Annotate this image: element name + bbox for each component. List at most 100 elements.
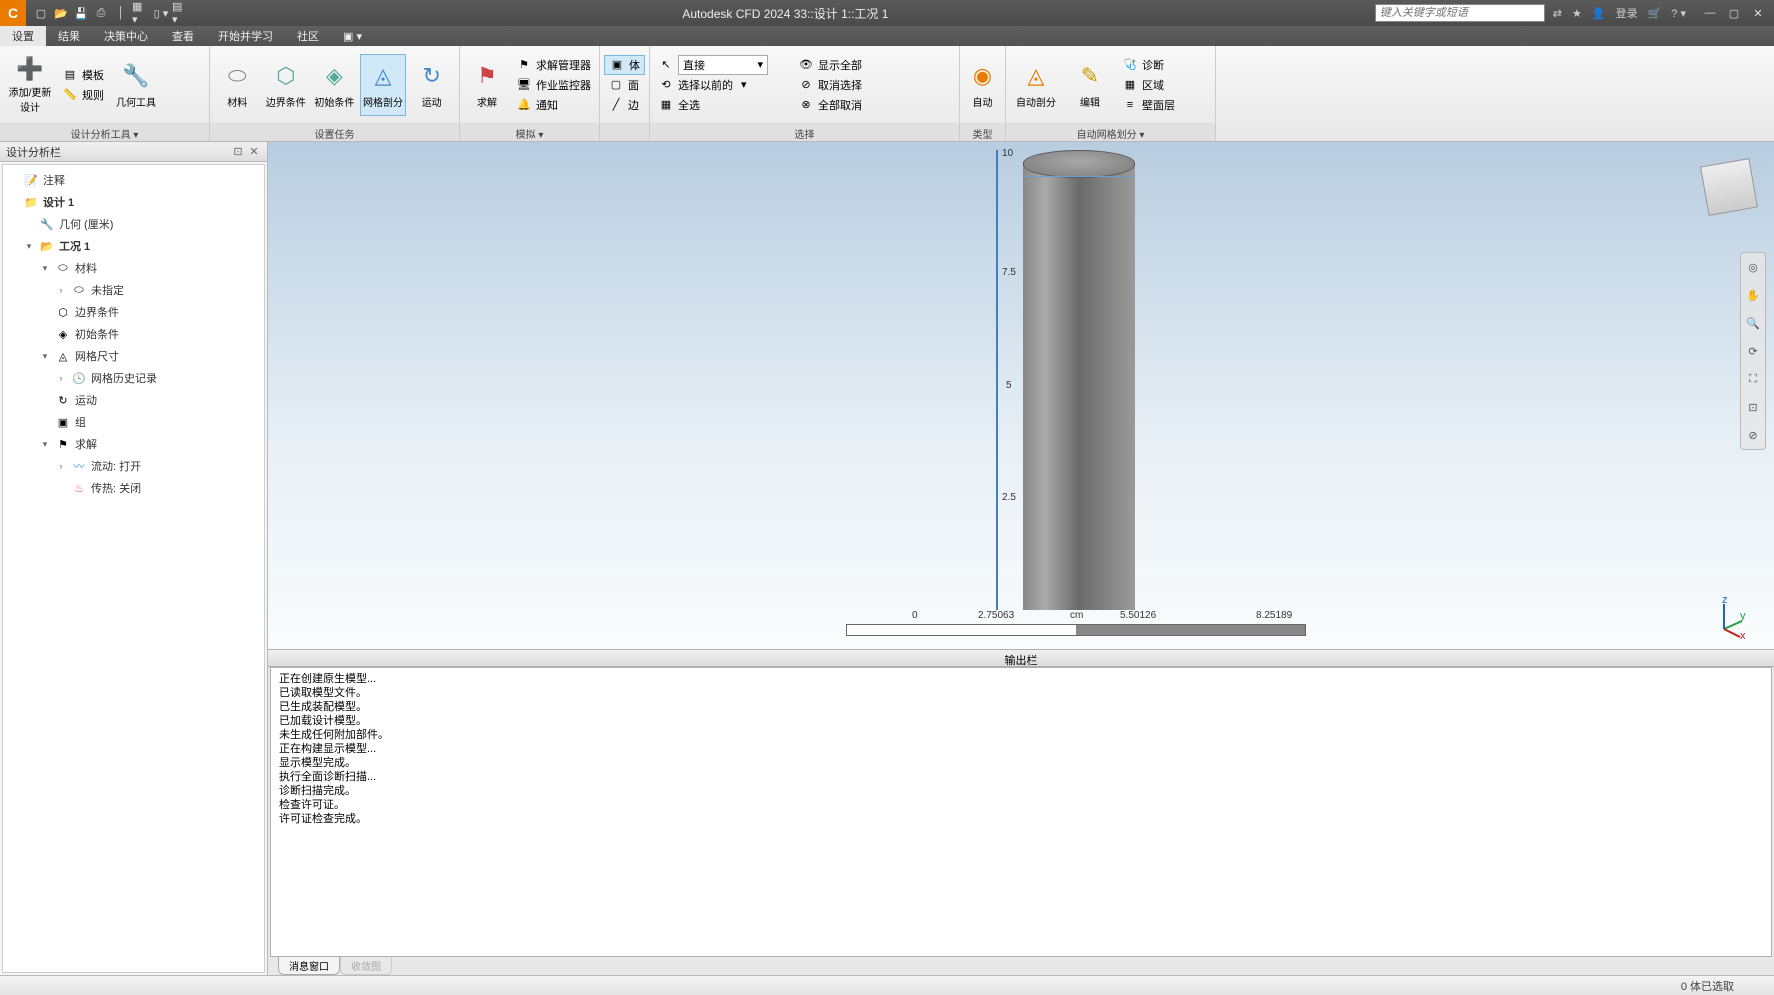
geom-tools-button[interactable]: 🔧几何工具: [110, 54, 162, 116]
orbit-icon[interactable]: ⟳: [1743, 341, 1763, 361]
tab-getstarted[interactable]: 开始并学习: [206, 26, 285, 46]
add-design-button[interactable]: ➕添加/更新设计: [4, 54, 56, 116]
tree-case[interactable]: ▾📂工况 1: [7, 235, 260, 257]
clipboard-icon[interactable]: ▦ ▾: [132, 4, 150, 22]
notify-button[interactable]: 🔔通知: [512, 95, 595, 115]
help-icon[interactable]: ? ▾: [1671, 7, 1686, 20]
user-icon[interactable]: 👤: [1592, 7, 1606, 20]
edit-mesh-button[interactable]: ✎编辑: [1064, 54, 1116, 116]
tree-design[interactable]: 📁设计 1: [7, 191, 260, 213]
job-monitor-button[interactable]: 🖥作业监控器: [512, 75, 595, 95]
tree-materials[interactable]: ▾⬭材料: [7, 257, 260, 279]
flag-icon: ⚑: [471, 60, 503, 92]
wall-layer-button[interactable]: ≡壁面层: [1118, 95, 1179, 115]
lookat-icon[interactable]: ⊡: [1743, 397, 1763, 417]
materials-button[interactable]: ⬭材料: [214, 54, 261, 116]
region-button[interactable]: ▦区域: [1118, 75, 1179, 95]
tab-decision[interactable]: 决策中心: [92, 26, 160, 46]
cancel-all-button[interactable]: ⊗全部取消: [794, 95, 866, 115]
view-cube[interactable]: [1700, 158, 1758, 216]
steering-icon[interactable]: ◎: [1743, 257, 1763, 277]
tab-convergence[interactable]: 收敛图: [340, 957, 392, 975]
tree-meshsize[interactable]: ▾◬网格尺寸: [7, 345, 260, 367]
grid-icon[interactable]: ▤ ▾: [172, 4, 190, 22]
open-icon[interactable]: 📂: [52, 4, 70, 22]
tick: 10: [1002, 148, 1013, 159]
direct-select[interactable]: ↖直接▾: [654, 55, 772, 75]
solve-manager-button[interactable]: ⚑求解管理器: [512, 55, 595, 75]
edge-select-button[interactable]: ╱边: [604, 95, 645, 115]
group-label[interactable]: 模拟 ▾: [460, 123, 599, 141]
tab-message[interactable]: 消息窗口: [278, 957, 340, 975]
face-select-button[interactable]: ▢面: [604, 75, 645, 95]
group-label[interactable]: 设计分析工具 ▾: [0, 123, 209, 141]
bc-button[interactable]: ⬡边界条件: [263, 54, 310, 116]
select-previous-button[interactable]: ⟲选择以前的▾: [654, 75, 772, 95]
body-select-button[interactable]: ▣体: [604, 55, 645, 75]
tree-motion[interactable]: ↻运动: [7, 389, 260, 411]
more-icon[interactable]: ⊘: [1743, 425, 1763, 445]
group-label[interactable]: 自动网格划分 ▾: [1006, 123, 1215, 141]
region-icon: ▦: [1122, 77, 1138, 93]
tree-note[interactable]: 📝注释: [7, 169, 260, 191]
rules-button[interactable]: 📏规则: [58, 85, 108, 105]
doc-icon[interactable]: ▯ ▾: [152, 4, 170, 22]
nav-tools: ◎ ✋ 🔍 ⟳ ⛶ ⊡ ⊘: [1740, 252, 1766, 450]
direct-dropdown[interactable]: 直接▾: [678, 55, 768, 75]
tree-flow[interactable]: ›〰流动: 打开: [7, 455, 260, 477]
flag-icon: ⚑: [516, 57, 532, 73]
template-button[interactable]: ▤模板: [58, 65, 108, 85]
maximize-button[interactable]: ▢: [1724, 5, 1744, 21]
tree-geom[interactable]: 🔧几何 (厘米): [7, 213, 260, 235]
wrench-icon: 🔧: [120, 60, 152, 92]
tree-meshhist[interactable]: ›🕓网格历史记录: [7, 367, 260, 389]
output-tabs: 消息窗口 收敛图: [268, 957, 1774, 975]
search-input[interactable]: [1375, 4, 1545, 22]
model-cylinder[interactable]: [1023, 150, 1135, 610]
layers-icon: ≡: [1122, 97, 1138, 113]
show-all-button[interactable]: 👁显示全部: [794, 55, 866, 75]
login-link[interactable]: 登录: [1616, 5, 1638, 21]
cart-icon[interactable]: 🛒: [1648, 7, 1662, 20]
diagnose-button[interactable]: 🩺诊断: [1118, 55, 1179, 75]
minimize-button[interactable]: —: [1700, 5, 1720, 21]
save-icon[interactable]: 💾: [72, 4, 90, 22]
fit-icon[interactable]: ⛶: [1743, 369, 1763, 389]
tab-extras[interactable]: ▣ ▾: [331, 26, 374, 46]
tree-ic[interactable]: ◈初始条件: [7, 323, 260, 345]
design-analysis-panel: 设计分析栏 ⊡✕ 📝注释 📁设计 1 🔧几何 (厘米) ▾📂工况 1 ▾⬭材料 …: [0, 142, 268, 975]
auto-type-button[interactable]: ◉自动: [964, 54, 1001, 116]
tab-setup[interactable]: 设置: [0, 26, 46, 46]
tree-heat[interactable]: ♨传热: 关闭: [7, 477, 260, 499]
ic-button[interactable]: ◈初始条件: [311, 54, 358, 116]
tab-results[interactable]: 结果: [46, 26, 92, 46]
pan-icon[interactable]: ✋: [1743, 285, 1763, 305]
zoom-icon[interactable]: 🔍: [1743, 313, 1763, 333]
solve-button[interactable]: ⚑求解: [464, 54, 510, 116]
tree-solve[interactable]: ▾⚑求解: [7, 433, 260, 455]
viewport-3d[interactable]: 10 7.5 5 2.5 0 2.75063 cm 5.50126 8.2518…: [268, 142, 1774, 649]
tree-unspec[interactable]: ›⬭未指定: [7, 279, 260, 301]
signin-icon[interactable]: ⇄: [1553, 7, 1562, 20]
output-log[interactable]: 正在创建原生模型... 已读取模型文件。 已生成装配模型。 已加载设计模型。 未…: [270, 667, 1772, 957]
tick: 7.5: [1002, 267, 1016, 278]
new-icon[interactable]: ▢: [32, 4, 50, 22]
scale-unit: cm: [1070, 610, 1083, 621]
tab-community[interactable]: 社区: [285, 26, 331, 46]
automesh-button[interactable]: ◬自动剖分: [1010, 54, 1062, 116]
pin-icon[interactable]: ⊡: [231, 145, 245, 158]
tree-group[interactable]: ▣组: [7, 411, 260, 433]
saveall-icon[interactable]: ⎙: [92, 4, 110, 22]
tree-bc[interactable]: ⬡边界条件: [7, 301, 260, 323]
axis-triad[interactable]: z y x: [1704, 599, 1744, 639]
mesh-button[interactable]: ◬网格剖分: [360, 54, 407, 116]
cancel-select-button[interactable]: ⊘取消选择: [794, 75, 866, 95]
select-all-button[interactable]: ▦全选: [654, 95, 772, 115]
tab-view[interactable]: 查看: [160, 26, 206, 46]
close-button[interactable]: ✕: [1748, 5, 1768, 21]
design-tree[interactable]: 📝注释 📁设计 1 🔧几何 (厘米) ▾📂工况 1 ▾⬭材料 ›⬭未指定 ⬡边界…: [2, 164, 265, 973]
close-panel-icon[interactable]: ✕: [247, 145, 261, 158]
motion-button[interactable]: ↻运动: [408, 54, 455, 116]
star-icon[interactable]: ★: [1572, 7, 1582, 20]
app-icon[interactable]: C: [0, 0, 26, 26]
